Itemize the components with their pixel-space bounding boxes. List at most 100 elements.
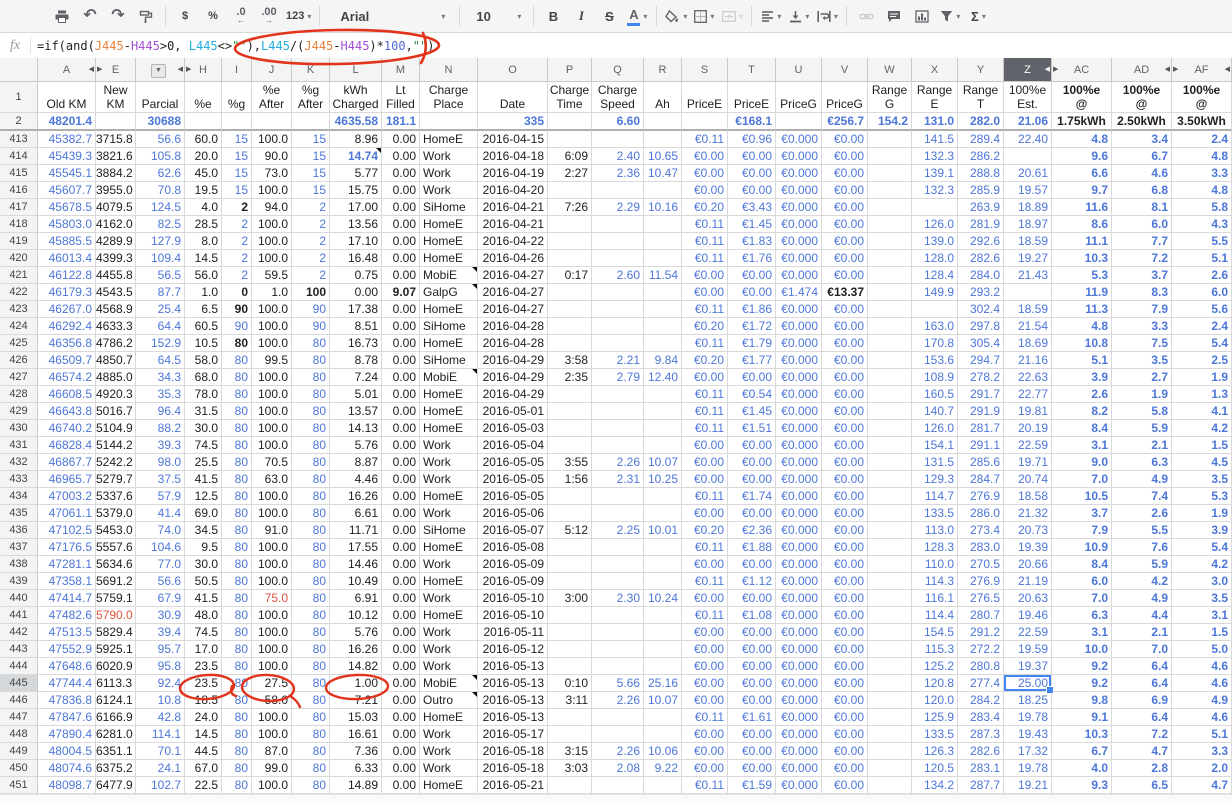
cell-A425[interactable]: 46356.8 bbox=[38, 335, 96, 352]
cell-U426[interactable]: €0.000 bbox=[776, 352, 822, 369]
cell-A415[interactable]: 45545.1 bbox=[38, 165, 96, 182]
cell-Q423[interactable] bbox=[592, 301, 644, 318]
cell-P433[interactable]: 1:56 bbox=[548, 471, 592, 488]
cell-Q433[interactable]: 2.31 bbox=[592, 471, 644, 488]
total-cell-J[interactable] bbox=[252, 113, 292, 131]
cell-A426[interactable]: 46509.7 bbox=[38, 352, 96, 369]
cell-I432[interactable]: 80 bbox=[222, 454, 252, 471]
cell-N414[interactable]: Work bbox=[420, 148, 478, 165]
cell-L440[interactable]: 6.91 bbox=[330, 590, 382, 607]
cell-R436[interactable]: 10.01 bbox=[644, 522, 682, 539]
cell-I414[interactable]: 15 bbox=[222, 148, 252, 165]
cell-Q413[interactable] bbox=[592, 131, 644, 148]
cell-K431[interactable]: 80 bbox=[292, 437, 330, 454]
cell-J430[interactable]: 100.0 bbox=[252, 420, 292, 437]
cell-Q415[interactable]: 2.36 bbox=[592, 165, 644, 182]
cell-H429[interactable]: 31.5 bbox=[185, 403, 222, 420]
cell-P450[interactable]: 3:03 bbox=[548, 760, 592, 777]
column-header-O[interactable]: O bbox=[478, 58, 548, 82]
hidden-columns-marker-icon[interactable]: ▶ bbox=[1053, 58, 1058, 82]
cell-G416[interactable]: 70.8 bbox=[136, 182, 185, 199]
total-cell-R[interactable] bbox=[644, 113, 682, 131]
cell-A436[interactable]: 47102.5 bbox=[38, 522, 96, 539]
column-header-W[interactable]: W bbox=[868, 58, 912, 82]
cell-Y439[interactable]: 276.9 bbox=[958, 573, 1004, 590]
cell-N415[interactable]: Work bbox=[420, 165, 478, 182]
cell-L447[interactable]: 15.03 bbox=[330, 709, 382, 726]
cell-N440[interactable]: Work bbox=[420, 590, 478, 607]
row-header-436[interactable]: 436 bbox=[0, 522, 38, 539]
cell-M429[interactable]: 0.00 bbox=[382, 403, 420, 420]
cell-N426[interactable]: SiHome bbox=[420, 352, 478, 369]
cell-K430[interactable]: 80 bbox=[292, 420, 330, 437]
cell-O432[interactable]: 2016-05-05 bbox=[478, 454, 548, 471]
cell-L428[interactable]: 5.01 bbox=[330, 386, 382, 403]
cell-P414[interactable]: 6:09 bbox=[548, 148, 592, 165]
cell-L416[interactable]: 15.75 bbox=[330, 182, 382, 199]
cell-V428[interactable]: €0.00 bbox=[822, 386, 868, 403]
cell-K438[interactable]: 80 bbox=[292, 556, 330, 573]
cell-G441[interactable]: 30.9 bbox=[136, 607, 185, 624]
column-header-X[interactable]: X bbox=[912, 58, 958, 82]
cell-X437[interactable]: 128.3 bbox=[912, 539, 958, 556]
cell-I427[interactable]: 80 bbox=[222, 369, 252, 386]
cell-Y433[interactable]: 284.7 bbox=[958, 471, 1004, 488]
bold-button[interactable]: B bbox=[542, 4, 564, 28]
cell-AF434[interactable]: 5.3 bbox=[1172, 488, 1232, 505]
formula-input[interactable]: =if(and(J445-H445>0, L445<>""),L445/(J44… bbox=[31, 39, 434, 53]
cell-V438[interactable]: €0.00 bbox=[822, 556, 868, 573]
total-cell-N[interactable] bbox=[420, 113, 478, 131]
column-header-AD[interactable]: AD◀ bbox=[1112, 58, 1172, 82]
cell-Z446[interactable]: 18.25 bbox=[1004, 692, 1052, 709]
cell-AD415[interactable]: 4.6 bbox=[1112, 165, 1172, 182]
cell-O421[interactable]: 2016-04-27 bbox=[478, 267, 548, 284]
cell-L417[interactable]: 17.00 bbox=[330, 199, 382, 216]
header-cell-R[interactable]: Ah bbox=[644, 82, 682, 113]
number-format-button[interactable]: 123▾ bbox=[286, 4, 311, 28]
cell-W439[interactable] bbox=[868, 573, 912, 590]
cell-AD420[interactable]: 7.2 bbox=[1112, 250, 1172, 267]
cell-L419[interactable]: 17.10 bbox=[330, 233, 382, 250]
column-dropdown-icon[interactable]: ▼ bbox=[151, 64, 166, 78]
cell-M448[interactable]: 0.00 bbox=[382, 726, 420, 743]
cell-Y427[interactable]: 278.2 bbox=[958, 369, 1004, 386]
cell-W436[interactable] bbox=[868, 522, 912, 539]
cell-V425[interactable]: €0.00 bbox=[822, 335, 868, 352]
row-header-426[interactable]: 426 bbox=[0, 352, 38, 369]
cell-W449[interactable] bbox=[868, 743, 912, 760]
cell-K444[interactable]: 80 bbox=[292, 658, 330, 675]
cell-T422[interactable]: €0.00 bbox=[728, 284, 776, 301]
cell-S450[interactable]: €0.00 bbox=[682, 760, 728, 777]
header-cell-S[interactable]: PriceE bbox=[682, 82, 728, 113]
cell-Y451[interactable]: 287.7 bbox=[958, 777, 1004, 794]
cell-S437[interactable]: €0.11 bbox=[682, 539, 728, 556]
header-cell-E[interactable]: New KM bbox=[96, 82, 136, 113]
total-cell-G[interactable]: 30688 bbox=[136, 113, 185, 131]
cell-W428[interactable] bbox=[868, 386, 912, 403]
cell-G415[interactable]: 62.6 bbox=[136, 165, 185, 182]
cell-Y422[interactable]: 293.2 bbox=[958, 284, 1004, 301]
hidden-columns-marker-icon[interactable]: ▶ bbox=[97, 58, 102, 82]
cell-H440[interactable]: 41.5 bbox=[185, 590, 222, 607]
cell-J440[interactable]: 75.0 bbox=[252, 590, 292, 607]
cell-AD428[interactable]: 1.9 bbox=[1112, 386, 1172, 403]
cell-S436[interactable]: €0.20 bbox=[682, 522, 728, 539]
cell-K448[interactable]: 80 bbox=[292, 726, 330, 743]
column-header-U[interactable]: U bbox=[776, 58, 822, 82]
cell-M420[interactable]: 0.00 bbox=[382, 250, 420, 267]
cell-J447[interactable]: 100.0 bbox=[252, 709, 292, 726]
cell-Q427[interactable]: 2.79 bbox=[592, 369, 644, 386]
cell-S444[interactable]: €0.00 bbox=[682, 658, 728, 675]
cell-V441[interactable]: €0.00 bbox=[822, 607, 868, 624]
cell-Q421[interactable]: 2.60 bbox=[592, 267, 644, 284]
cell-V420[interactable]: €0.00 bbox=[822, 250, 868, 267]
cell-E438[interactable]: 5634.6 bbox=[96, 556, 136, 573]
cell-Q416[interactable] bbox=[592, 182, 644, 199]
cell-N448[interactable]: Work bbox=[420, 726, 478, 743]
cell-X442[interactable]: 154.5 bbox=[912, 624, 958, 641]
cell-A417[interactable]: 45678.5 bbox=[38, 199, 96, 216]
cell-M430[interactable]: 0.00 bbox=[382, 420, 420, 437]
cell-O415[interactable]: 2016-04-19 bbox=[478, 165, 548, 182]
cell-AF414[interactable]: 4.8 bbox=[1172, 148, 1232, 165]
cell-J435[interactable]: 100.0 bbox=[252, 505, 292, 522]
